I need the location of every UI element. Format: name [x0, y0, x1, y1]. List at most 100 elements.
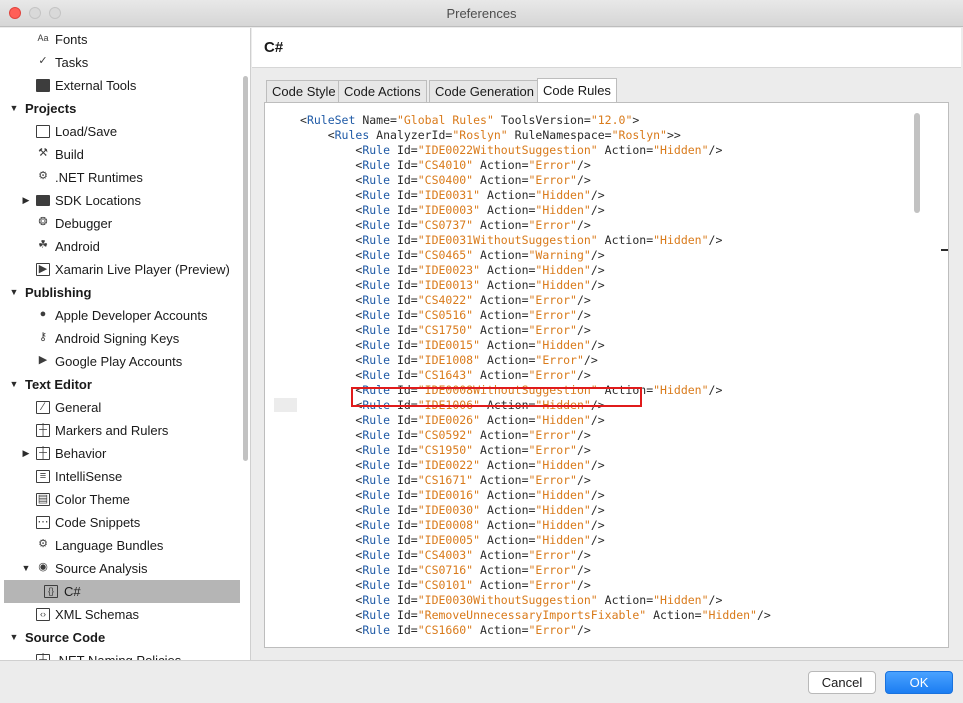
rule-line[interactable]: <Rule Id="CS4010" Action="Error"/> [300, 158, 920, 173]
rule-line[interactable]: <Rule Id="CS0400" Action="Error"/> [300, 173, 920, 188]
sidebar-item-build[interactable]: ⚒ Build [0, 143, 240, 166]
xml-attr-name: Id= [390, 308, 418, 322]
rule-line[interactable]: <Rule Id="IDE0003" Action="Hidden"/> [300, 203, 920, 218]
sidebar-item-label: Load/Save [55, 124, 118, 139]
rule-line[interactable]: <Rule Id="IDE0008" Action="Hidden"/> [300, 518, 920, 533]
rule-line[interactable]: <Rule Id="CS0101" Action="Error"/> [300, 578, 920, 593]
xml-tag-name: Rule [362, 143, 391, 157]
cancel-button[interactable]: Cancel [808, 671, 876, 694]
rule-line[interactable]: <Rule Id="RemoveUnnecessaryImportsFixabl… [300, 608, 920, 623]
sidebar-category-text-editor[interactable]: ▼ Text Editor [0, 373, 240, 396]
xml-punct: < [300, 458, 363, 472]
tab-code-actions[interactable]: Code Actions [338, 80, 427, 102]
sidebar-item-behavior[interactable]: ▶ ┼ Behavior [0, 442, 240, 465]
rule-line[interactable]: <Rule Id="IDE0030" Action="Hidden"/> [300, 503, 920, 518]
sidebar-item-tasks[interactable]: ✓ Tasks [0, 51, 240, 74]
sidebar-item-debugger[interactable]: ❂ Debugger [0, 212, 240, 235]
disclosure-expanded-icon[interactable]: ▼ [9, 97, 19, 120]
sidebar-item-external-tools[interactable]: External Tools [0, 74, 240, 97]
sidebar-item-general[interactable]: ∕ General [0, 396, 240, 419]
sidebar-item-color-theme[interactable]: ▤ Color Theme [0, 488, 240, 511]
tab-code-rules[interactable]: Code Rules [537, 78, 617, 102]
rule-line[interactable]: <Rule Id="CS0465" Action="Warning"/> [300, 248, 920, 263]
xml-attr-name: Id= [390, 293, 418, 307]
rule-line[interactable]: <Rule Id="IDE1008" Action="Error"/> [300, 353, 920, 368]
rule-line[interactable]: <Rule Id="CS0716" Action="Error"/> [300, 563, 920, 578]
rule-line[interactable]: <Rule Id="CS1950" Action="Error"/> [300, 443, 920, 458]
rule-line[interactable]: <Rule Id="IDE0022" Action="Hidden"/> [300, 458, 920, 473]
rule-line[interactable]: <Rule Id="IDE0031" Action="Hidden"/> [300, 188, 920, 203]
rule-line[interactable]: <Rule Id="CS4003" Action="Error"/> [300, 548, 920, 563]
sidebar-item-sdk-locations[interactable]: ▶ SDK Locations [0, 189, 240, 212]
rule-line[interactable]: <Rule Id="IDE0016" Action="Hidden"/> [300, 488, 920, 503]
xml-punct: /> [576, 473, 591, 487]
rule-line[interactable]: <Rule Id="CS0737" Action="Error"/> [300, 218, 920, 233]
rule-line[interactable]: <Rule Id="CS0516" Action="Error"/> [300, 308, 920, 323]
xml-attr-name: Action= [597, 593, 654, 607]
tab-code-style[interactable]: Code Style [266, 80, 342, 102]
xml-attr-name: Id= [390, 593, 418, 607]
rule-line[interactable]: <Rule Id="IDE0031WithoutSuggestion" Acti… [300, 233, 920, 248]
xml-punct: < [300, 443, 363, 457]
sidebar-item-c[interactable]: {} C# [4, 580, 240, 603]
disclosure-collapsed-icon[interactable]: ▶ [21, 189, 31, 212]
rule-action-value: "Error" [528, 293, 577, 307]
palette-icon: ▤ [36, 493, 50, 506]
sidebar-item-label: Android [55, 239, 100, 254]
sidebar-item-net-runtimes[interactable]: ⚙ .NET Runtimes [0, 166, 240, 189]
rule-line[interactable]: <Rule Id="IDE0013" Action="Hidden"/> [300, 278, 920, 293]
rule-line[interactable]: <Rule Id="CS0592" Action="Error"/> [300, 428, 920, 443]
rule-line[interactable]: <Rule Id="IDE0030WithoutSuggestion" Acti… [300, 593, 920, 608]
rule-line[interactable]: <Rule Id="CS1660" Action="Error"/> [300, 623, 920, 638]
disclosure-expanded-icon[interactable]: ▼ [21, 557, 31, 580]
code-rules-editor[interactable]: <RuleSet Name="Global Rules" ToolsVersio… [264, 102, 949, 648]
rule-line[interactable]: <Rule Id="CS1750" Action="Error"/> [300, 323, 920, 338]
sidebar-category-publishing[interactable]: ▼ Publishing [0, 281, 240, 304]
sidebar-item-source-analysis[interactable]: ▼ ◉ Source Analysis [0, 557, 240, 580]
sidebar-item-language-bundles[interactable]: ⚙ Language Bundles [0, 534, 240, 557]
rule-id-value: "IDE0005" [417, 533, 481, 547]
radio-icon: ◉ [38, 561, 48, 573]
disclosure-expanded-icon[interactable]: ▼ [9, 373, 19, 396]
sidebar-item-xml-schemas[interactable]: ‹› XML Schemas [0, 603, 240, 626]
rule-line[interactable]: <Rule Id="IDE0022WithoutSuggestion" Acti… [300, 143, 920, 158]
collapse-minus-icon[interactable] [941, 249, 948, 251]
sidebar-item-xamarin-live-player-preview[interactable]: ▶ Xamarin Live Player (Preview) [0, 258, 240, 281]
rule-action-value: "Hidden" [535, 263, 591, 277]
sidebar-item-android[interactable]: ☘ Android [0, 235, 240, 258]
disclosure-expanded-icon[interactable]: ▼ [9, 626, 19, 649]
xml-attr-name: Action= [473, 173, 529, 187]
sidebar-item-markers-and-rulers[interactable]: ┼ Markers and Rulers [0, 419, 240, 442]
editor-scrollbar[interactable] [914, 113, 920, 213]
rule-line[interactable]: <Rule Id="CS1643" Action="Error"/> [300, 368, 920, 383]
rule-line[interactable]: <Rule Id="IDE0015" Action="Hidden"/> [300, 338, 920, 353]
sidebar-scrollbar[interactable] [243, 76, 248, 461]
code-line[interactable]: <RuleSet Name="Global Rules" ToolsVersio… [300, 113, 920, 128]
grid-icon: ┼ [36, 447, 50, 460]
rule-line[interactable]: <Rule Id="CS1671" Action="Error"/> [300, 473, 920, 488]
xml-attr-name: Id= [390, 608, 418, 622]
rule-line[interactable]: <Rule Id="CS4022" Action="Error"/> [300, 293, 920, 308]
code-line[interactable]: <Rules AnalyzerId="Roslyn" RuleNamespace… [300, 128, 920, 143]
sidebar-item-intellisense[interactable]: ≡ IntelliSense [0, 465, 240, 488]
sidebar-item-apple-developer-accounts[interactable]: ● Apple Developer Accounts [0, 304, 240, 327]
rule-line[interactable]: <Rule Id="IDE0005" Action="Hidden"/> [300, 533, 920, 548]
sidebar-item-fonts[interactable]: Aa Fonts [0, 28, 240, 51]
sidebar-item-google-play-accounts[interactable]: ▶ Google Play Accounts [0, 350, 240, 373]
ok-button[interactable]: OK [885, 671, 953, 694]
sidebar-item-code-snippets[interactable]: ⋯ Code Snippets [0, 511, 240, 534]
sidebar-category-projects[interactable]: ▼ Projects [0, 97, 240, 120]
xml-attr-name: Action= [473, 248, 529, 262]
rule-line[interactable]: <Rule Id="IDE0023" Action="Hidden"/> [300, 263, 920, 278]
sidebar-category-source-code[interactable]: ▼ Source Code [0, 626, 240, 649]
sidebar-item-android-signing-keys[interactable]: ⚷ Android Signing Keys [0, 327, 240, 350]
rule-line[interactable]: <Rule Id="IDE0026" Action="Hidden"/> [300, 413, 920, 428]
tab-code-generation[interactable]: Code Generation [429, 80, 541, 102]
disclosure-expanded-icon[interactable]: ▼ [9, 281, 19, 304]
sidebar-item-net-naming-policies[interactable]: ┼.NET Naming Policies [0, 649, 240, 660]
sidebar-item-label: Behavior [55, 446, 107, 461]
disclosure-collapsed-icon[interactable]: ▶ [21, 442, 31, 465]
sidebar-item-load-save[interactable]: Load/Save [0, 120, 240, 143]
xml-tag-name: Rule [362, 563, 391, 577]
xml-code[interactable]: <RuleSet Name="Global Rules" ToolsVersio… [300, 113, 920, 638]
